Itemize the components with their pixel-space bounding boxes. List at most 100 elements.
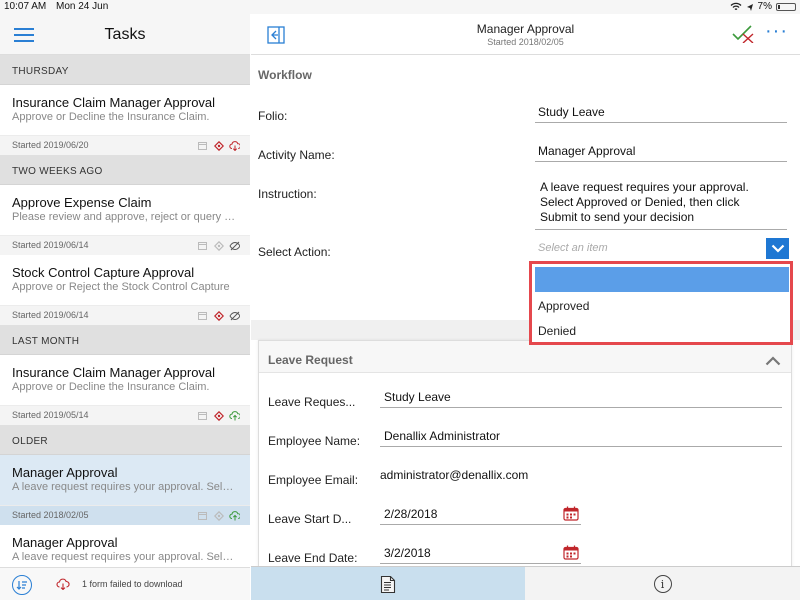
cloud-upload-icon	[229, 510, 240, 521]
action-dropdown-list: Approved Denied	[529, 261, 793, 345]
task-footer: Started 2019/06/14	[0, 305, 250, 325]
priority-diamond-icon	[213, 240, 224, 251]
instruction-label: Instruction:	[258, 187, 317, 201]
employee-name-label: Employee Name:	[268, 434, 361, 448]
task-list: THURSDAY Insurance Claim Manager Approva…	[0, 55, 250, 567]
priority-diamond-icon	[213, 310, 224, 321]
tab-form[interactable]	[251, 567, 525, 600]
cloud-download-icon	[229, 140, 240, 151]
leave-request-title: Leave Request	[268, 353, 353, 367]
priority-diamond-icon	[213, 510, 224, 521]
task-detail: Manager Approval Started 2018/02/05 ··· …	[251, 14, 800, 600]
activity-name-label: Activity Name:	[258, 148, 335, 162]
task-title: Stock Control Capture Approval	[12, 265, 195, 280]
sidebar-footer: 1 form failed to download	[0, 567, 250, 600]
chevron-up-icon[interactable]	[765, 353, 781, 371]
action-select-placeholder: Select an item	[538, 242, 608, 254]
download-status-text: 1 form failed to download	[82, 579, 183, 589]
calendar-icon	[197, 240, 208, 251]
instruction-line: A leave request requires your approval.	[540, 180, 749, 194]
instruction-line: Submit to send your decision	[540, 210, 695, 224]
cloud-upload-icon	[229, 410, 240, 421]
form-area: Workflow Folio: Study Leave Activity Nam…	[251, 55, 800, 566]
task-date: Started 2019/06/14	[12, 240, 89, 250]
calendar-icon	[197, 510, 208, 521]
option-denied[interactable]: Denied	[538, 324, 576, 338]
leave-start-value: 2/28/2018	[384, 507, 438, 521]
employee-name-field[interactable]: Denallix Administrator	[380, 425, 782, 447]
task-footer: Started 2019/06/20	[0, 135, 250, 155]
task-item[interactable]: Manager Approval A leave request require…	[0, 525, 250, 567]
no-view-icon	[229, 310, 240, 321]
workflow-section-title: Workflow	[258, 68, 312, 82]
calendar-icon[interactable]	[563, 545, 579, 563]
detail-footer-tabs: i	[251, 566, 800, 600]
leave-end-field[interactable]: 3/2/2018	[380, 542, 581, 564]
app-window: 10:07 AM Mon 24 Jun 7% Tasks THURSDAY In…	[0, 0, 800, 600]
group-header: THURSDAY	[0, 55, 250, 85]
group-header: OLDER	[0, 425, 250, 455]
task-description: Approve or Decline the Insurance Claim.	[12, 111, 210, 123]
task-item[interactable]: Stock Control Capture Approval Approve o…	[0, 255, 250, 325]
status-bar: 10:07 AM Mon 24 Jun 7%	[0, 0, 800, 14]
leave-start-label: Leave Start D...	[268, 512, 352, 526]
sidebar-title: Tasks	[104, 26, 146, 43]
status-time: 10:07 AM	[4, 1, 47, 12]
employee-email-value: administrator@denallix.com	[380, 468, 529, 482]
status-date: Mon 24 Jun	[56, 1, 109, 12]
form-document-icon	[380, 575, 396, 593]
calendar-icon[interactable]	[563, 506, 579, 524]
leave-start-field[interactable]: 2/28/2018	[380, 503, 581, 525]
task-title: Manager Approval	[12, 535, 118, 550]
employee-email-label: Employee Email:	[268, 473, 359, 487]
task-description: Approve or Decline the Insurance Claim.	[12, 381, 210, 393]
action-select[interactable]: Select an item	[535, 238, 791, 260]
sort-button[interactable]	[12, 575, 32, 595]
battery-percent: 7%	[757, 1, 772, 12]
task-item[interactable]: Insurance Claim Manager Approval Approve…	[0, 355, 250, 425]
task-title: Insurance Claim Manager Approval	[12, 365, 216, 380]
status-indicators: 7%	[730, 1, 796, 12]
cloud-error-icon	[56, 577, 70, 595]
activity-name-field[interactable]: Manager Approval	[535, 140, 787, 162]
task-sidebar: Tasks THURSDAY Insurance Claim Manager A…	[0, 14, 250, 600]
priority-diamond-icon	[213, 410, 224, 421]
task-date: Started 2018/02/05	[12, 510, 89, 520]
chevron-down-icon[interactable]	[766, 238, 789, 259]
calendar-icon	[197, 410, 208, 421]
sidebar-header: Tasks	[0, 14, 250, 55]
task-footer: Started 2018/02/05	[0, 505, 250, 525]
wifi-icon	[730, 2, 742, 11]
detail-header: Manager Approval Started 2018/02/05 ···	[251, 14, 800, 55]
folio-field[interactable]: Study Leave	[535, 101, 787, 123]
task-item-selected[interactable]: Manager Approval A leave request require…	[0, 455, 250, 525]
leave-request-header[interactable]: Leave Request	[259, 341, 791, 373]
task-item[interactable]: Insurance Claim Manager Approval Approve…	[0, 85, 250, 155]
leave-end-value: 3/2/2018	[384, 546, 431, 560]
task-footer: Started 2019/05/14	[0, 405, 250, 425]
instruction-line: Select Approved or Denied, then click	[540, 195, 740, 209]
dropdown-blank-option[interactable]	[535, 267, 789, 292]
task-footer: Started 2019/06/14	[0, 235, 250, 255]
sort-icon	[16, 581, 27, 590]
task-description: A leave request requires your approval. …	[12, 481, 237, 493]
submit-check-icon[interactable]	[731, 25, 755, 48]
task-date: Started 2019/06/20	[12, 140, 89, 150]
tab-info[interactable]: i	[525, 567, 800, 600]
task-description: Please review and approve, reject or que…	[12, 211, 237, 223]
task-description: A leave request requires your approval. …	[12, 551, 237, 563]
no-view-icon	[229, 240, 240, 251]
leave-request-section: Leave Request Leave Reques... Study Leav…	[258, 340, 792, 566]
calendar-icon	[197, 310, 208, 321]
more-options-icon[interactable]: ···	[765, 21, 788, 41]
task-date: Started 2019/06/14	[12, 310, 89, 320]
instruction-field: A leave request requires your approval. …	[535, 180, 787, 230]
leave-type-field[interactable]: Study Leave	[380, 386, 782, 408]
task-date: Started 2019/05/14	[12, 410, 89, 420]
leave-end-label: Leave End Date:	[268, 551, 358, 565]
task-description: Approve or Reject the Stock Control Capt…	[12, 281, 230, 293]
option-approved[interactable]: Approved	[538, 299, 589, 313]
task-title: Insurance Claim Manager Approval	[12, 95, 216, 110]
info-icon: i	[653, 575, 672, 593]
task-item[interactable]: Approve Expense Claim Please review and …	[0, 185, 250, 255]
